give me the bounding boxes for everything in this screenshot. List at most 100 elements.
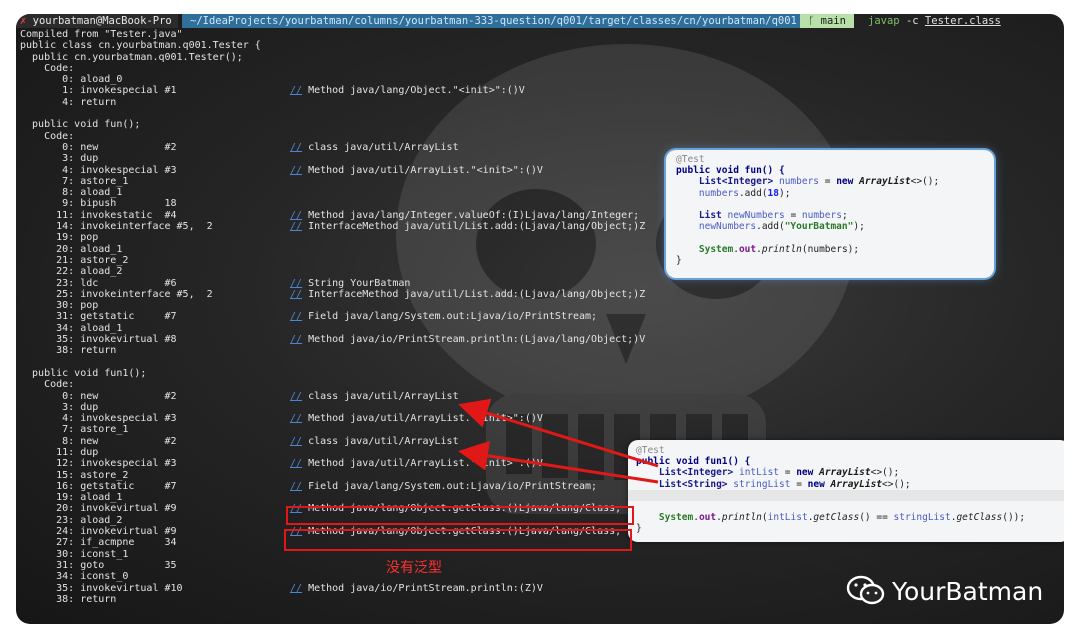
bytecode-comment: // Method java/lang/Integer.valueOf:(I)L… <box>290 210 639 221</box>
terminal-line: 11: invokestatic #4 // Method java/lang/I… <box>20 210 639 221</box>
bytecode-instruction: 14: invokeinterface #5, 2 <box>20 221 213 233</box>
comment-marker: // <box>290 85 303 97</box>
terminal-line: 20: aload_1 <box>20 244 261 255</box>
bytecode-instruction: 11: dup <box>20 446 99 458</box>
bytecode-instruction: 16: getstatic #7 <box>20 480 177 492</box>
bytecode-comment: // String YourBatman <box>290 278 410 289</box>
terminal-line: 22: aload_2 <box>20 266 261 277</box>
bytecode-instruction: 12: invokespecial #3 <box>20 458 177 470</box>
prompt-branch-segment: ᚴ main <box>800 14 854 28</box>
bytecode-instruction: 8: aload_1 <box>20 187 123 199</box>
bytecode-instruction: 4: invokespecial #3 <box>20 413 177 425</box>
bytecode-instruction: 3: dup <box>20 401 99 413</box>
highlight-box-getclass-2 <box>284 529 632 551</box>
bytecode-comment: // class java/util/ArrayList <box>290 436 459 447</box>
comment-text: Method java/util/ArrayList."<init>":()V <box>308 458 543 470</box>
bytecode-instruction: 34: iconst_0 <box>20 571 129 583</box>
comment-text: Method java/lang/Integer.valueOf:(I)Ljav… <box>308 209 640 221</box>
bytecode-comment: // InterfaceMethod java/util/List.add:(L… <box>290 221 645 232</box>
prompt-path-segment: ~/IdeaProjects/yourbatman/columns/yourba… <box>182 14 805 28</box>
comment-marker: // <box>290 141 303 153</box>
terminal-line: Code: <box>20 63 261 74</box>
comment-marker: // <box>290 311 303 323</box>
bytecode-comment: // class java/util/ArrayList <box>290 142 459 153</box>
terminal-line: 11: dup <box>20 447 261 458</box>
bytecode-instruction: 8: new #2 <box>20 435 177 447</box>
terminal-line: 1: invokespecial #1 // Method java/lang/O… <box>20 85 525 97</box>
terminal-line: 30: iconst_1 <box>20 549 261 560</box>
prompt-user-segment: ✗ yourbatman@MacBook-Pro <box>16 14 178 28</box>
comment-marker: // <box>290 221 303 233</box>
bytecode-comment: // InterfaceMethod java/util/List.add:(L… <box>290 289 645 300</box>
bytecode-instruction: 7: astore_1 <box>20 175 129 187</box>
bytecode-comment: // Method java/lang/Object."<init>":()V <box>290 85 525 96</box>
bytecode-instruction: 34: aload_1 <box>20 322 123 334</box>
comment-text: String YourBatman <box>308 277 411 289</box>
bytecode-instruction: Compiled from "Tester.java" <box>20 29 183 40</box>
terminal-line: public class cn.yourbatman.q001.Tester { <box>20 40 261 51</box>
terminal-line: public cn.yourbatman.q001.Tester(); <box>20 52 261 63</box>
no-generics-note: 没有泛型 <box>386 560 442 576</box>
bytecode-instruction: 21: astore_2 <box>20 254 129 266</box>
comment-marker: // <box>290 164 303 176</box>
terminal-line: 20: invokevirtual #9// Method java/lang/… <box>20 503 621 515</box>
bytecode-instruction: public void fun(); <box>20 119 141 131</box>
error-status-icon: ✗ <box>20 15 33 27</box>
bytecode-instruction: 30: pop <box>20 300 99 312</box>
bytecode-comment: // Field java/lang/System.out:Ljava/io/P… <box>290 311 597 322</box>
bytecode-instruction: 4: invokespecial #3 <box>20 164 177 176</box>
bytecode-instruction: 27: if_acmpne 34 <box>20 537 177 549</box>
comment-marker: // <box>290 480 303 492</box>
terminal-line: 27: if_acmpne 34 <box>20 537 261 548</box>
terminal-output: Compiled from "Tester.java" public class … <box>20 29 645 605</box>
bytecode-comment: // Method java/util/ArrayList."<init>":(… <box>290 458 543 469</box>
bytecode-instruction: 23: ldc #6 <box>20 277 177 289</box>
terminal-line: 38: return <box>20 345 261 356</box>
comment-text: Field java/lang/System.out:Ljava/io/Prin… <box>308 311 598 323</box>
terminal-line: 19: aload_1 <box>20 492 261 503</box>
comment-marker: // <box>290 413 303 425</box>
terminal-line: 3: dup <box>20 402 261 413</box>
terminal-line: 24: invokevirtual #9// Method java/lang/… <box>20 526 621 537</box>
bytecode-instruction: 0: aload_0 <box>20 74 123 86</box>
terminal-line: 7: astore_1 <box>20 424 261 435</box>
brand-watermark: YourBatman <box>846 575 1043 607</box>
bytecode-comment: // class java/util/ArrayList <box>290 391 459 402</box>
bytecode-comment: // Method java/io/PrintStream.println:(Z… <box>290 583 543 594</box>
terminal-line: 23: aload_2 <box>20 515 261 526</box>
terminal-line: 30: pop <box>20 300 261 311</box>
terminal-line: 12: invokespecial #3 // Method java/util/… <box>20 458 543 470</box>
terminal-line: 31: goto 35 <box>20 560 261 571</box>
bytecode-comment: // Method java/util/ArrayList."<init>":(… <box>290 165 543 176</box>
bytecode-instruction: 25: invokeinterface #5, 2 <box>20 288 213 300</box>
terminal-line: 15: astore_2 <box>20 470 261 481</box>
terminal-line: 34: aload_1 <box>20 323 261 334</box>
bytecode-instruction: 35: invokevirtual #10 <box>20 582 183 594</box>
bytecode-instruction: public cn.yourbatman.q001.Tester(); <box>20 51 243 63</box>
terminal-line: 34: iconst_0 <box>20 571 261 582</box>
terminal-line: 14: invokeinterface #5, 2 // InterfaceMet… <box>20 221 645 233</box>
comment-marker: // <box>290 277 303 289</box>
comment-text: Method java/util/ArrayList."<init>":()V <box>308 413 543 425</box>
bytecode-comment: // Method java/util/ArrayList."<init>":(… <box>290 413 543 424</box>
terminal-line: 4: return <box>20 97 261 108</box>
bytecode-instruction: 35: invokevirtual #8 <box>20 334 177 346</box>
terminal-line: 3: dup <box>20 153 261 164</box>
bytecode-instruction: 19: aload_1 <box>20 492 123 504</box>
bytecode-instruction: 1: invokespecial #1 <box>20 85 177 97</box>
terminal-line: 19: pop <box>20 232 261 243</box>
bytecode-instruction: 23: aload_2 <box>20 514 123 526</box>
bytecode-comment: // Method java/io/PrintStream.println:(L… <box>290 334 645 345</box>
comment-text: Method java/lang/Object."<init>":()V <box>308 85 525 97</box>
bytecode-instruction: 19: pop <box>20 232 99 244</box>
bytecode-instruction: Code: <box>20 62 75 74</box>
bytecode-instruction: 3: dup <box>20 153 99 165</box>
terminal-line: 0: new #2 // class java/util/ArrayList <box>20 391 458 402</box>
code-snippet-fun: @Test public void fun() { List<Integer> … <box>666 150 994 278</box>
bytecode-instruction: 15: astore_2 <box>20 469 129 481</box>
comment-marker: // <box>290 334 303 346</box>
bytecode-instruction: 20: invokevirtual #9 <box>20 503 177 515</box>
terminal-line: 4: invokespecial #3 // Method java/util/A… <box>20 164 543 176</box>
